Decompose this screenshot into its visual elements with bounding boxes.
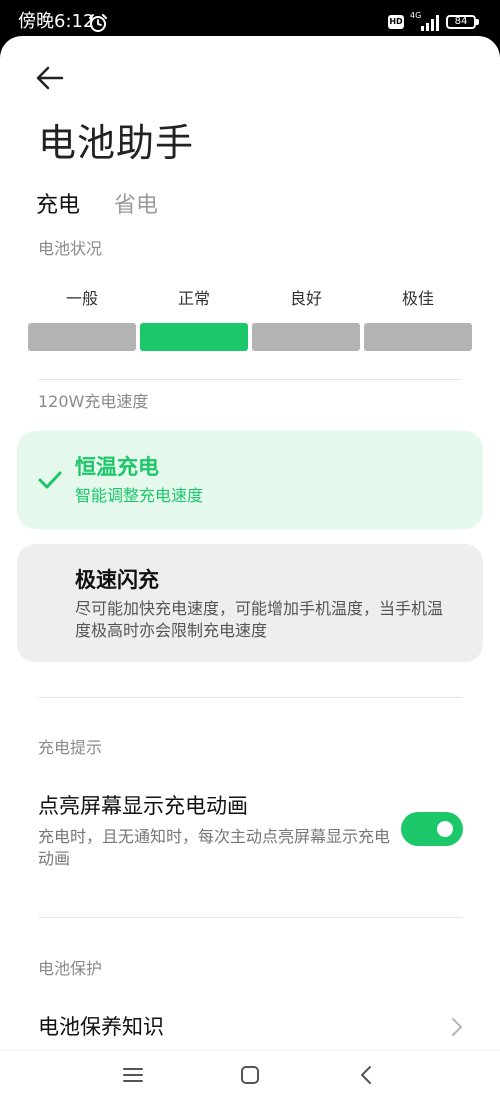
- home-icon[interactable]: [236, 1061, 264, 1089]
- battery-protection-label: 电池保护: [38, 959, 103, 978]
- option-constant-temp-charge[interactable]: 恒温充电 智能调整充电速度: [17, 431, 483, 529]
- level-label-excellent: 极佳: [401, 289, 434, 308]
- tab-charge[interactable]: 充电: [36, 192, 80, 220]
- divider: [38, 379, 462, 380]
- check-icon: [38, 471, 62, 489]
- signal-strength-icon: [421, 15, 439, 31]
- option-desc: 智能调整充电速度: [75, 486, 204, 505]
- level-bar-normal: [140, 323, 248, 351]
- chevron-right-icon: [452, 1018, 462, 1036]
- level-label-normal-fair: 一般: [65, 289, 98, 308]
- page-title: 电池助手: [38, 121, 195, 165]
- level-bar-good: [252, 323, 360, 351]
- alarm-clock-icon: [89, 14, 107, 32]
- level-label-good: 良好: [289, 289, 322, 308]
- charging-animation-title: 点亮屏幕显示充电动画: [38, 794, 248, 818]
- battery-tip: [476, 19, 479, 25]
- screen: 电池助手 充电 省电 电池状况 一般 正常 良好 极佳 120W充电速度 恒温充…: [0, 36, 500, 1097]
- option-desc: 尽可能加快充电速度，可能增加手机温度，当手机温度极高时亦会限制充电速度: [75, 599, 444, 640]
- battery-indicator: 84: [446, 15, 476, 29]
- level-label-normal: 正常: [177, 289, 210, 308]
- charging-animation-desc: 充电时，且无通知时，每次主动点亮屏幕显示充电动画: [38, 827, 391, 868]
- back-triangle-icon[interactable]: [353, 1061, 381, 1089]
- toggle-knob: [437, 821, 453, 837]
- charging-animation-toggle[interactable]: [401, 812, 463, 846]
- battery-care-knowledge-item[interactable]: 电池保养知识: [38, 1013, 164, 1041]
- charging-tips-label: 充电提示: [38, 738, 103, 757]
- level-bar-excellent: [364, 323, 472, 351]
- divider: [38, 697, 462, 698]
- status-time: 傍晚6:12: [18, 11, 95, 32]
- navigation-bar: [0, 1050, 500, 1097]
- level-bar-fair: [28, 323, 136, 351]
- menu-icon[interactable]: [119, 1061, 147, 1089]
- tab-power-save[interactable]: 省电: [114, 192, 158, 220]
- hd-badge: HD: [388, 15, 404, 29]
- option-title: 极速闪充: [75, 568, 159, 592]
- back-arrow-icon[interactable]: [30, 58, 70, 98]
- battery-level: 84: [454, 16, 468, 27]
- divider: [38, 917, 462, 918]
- battery-status-label: 电池状况: [38, 239, 103, 258]
- option-fast-charge[interactable]: 极速闪充 尽可能加快充电速度，可能增加手机温度，当手机温度极高时亦会限制充电速度: [17, 544, 483, 662]
- option-title: 恒温充电: [75, 455, 159, 479]
- charging-speed-label: 120W充电速度: [38, 392, 149, 411]
